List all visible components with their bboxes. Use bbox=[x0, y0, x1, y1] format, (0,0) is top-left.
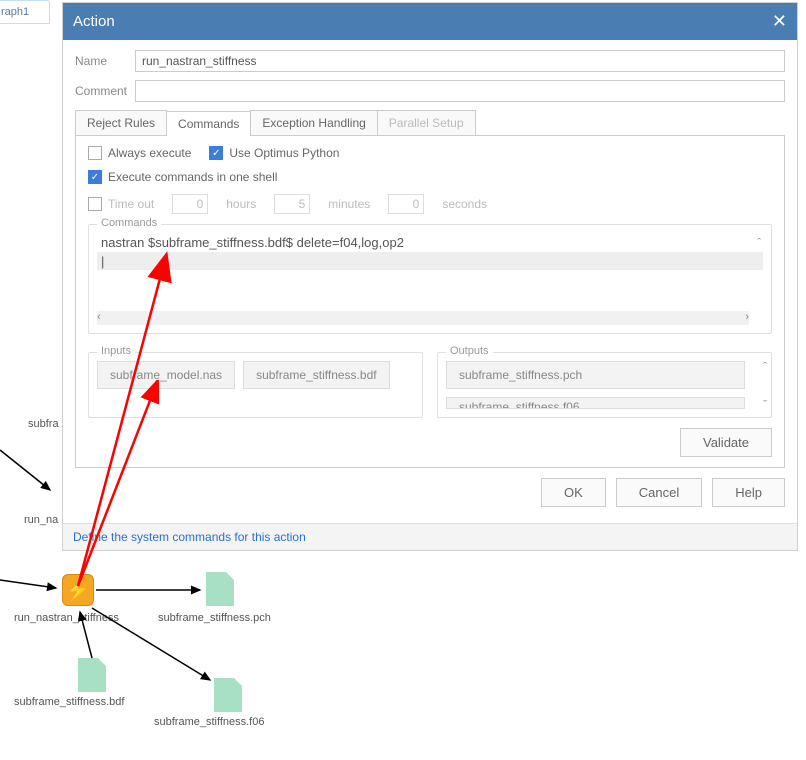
seconds-input bbox=[388, 194, 424, 214]
commands-textarea[interactable]: nastran $subframe_stiffness.bdf$ delete=… bbox=[97, 233, 763, 325]
minutes-input bbox=[274, 194, 310, 214]
scroll-up-icon[interactable]: ˆ bbox=[763, 361, 767, 373]
hours-label: hours bbox=[226, 197, 256, 211]
graph-label-f06: subframe_stiffness.f06 bbox=[154, 716, 264, 728]
graph-label-pch: subframe_stiffness.pch bbox=[158, 612, 271, 624]
graph-label: subfra bbox=[28, 418, 59, 430]
graph-label: run_na bbox=[24, 514, 58, 526]
name-input[interactable] bbox=[135, 50, 785, 72]
tab-bar: Reject Rules Commands Exception Handling… bbox=[75, 110, 785, 136]
always-execute-checkbox[interactable] bbox=[88, 146, 102, 160]
tab-commands[interactable]: Commands bbox=[166, 111, 251, 136]
commands-legend: Commands bbox=[97, 217, 161, 229]
comment-label: Comment bbox=[75, 84, 135, 98]
name-label: Name bbox=[75, 54, 135, 68]
optimus-python-checkbox[interactable] bbox=[209, 146, 223, 160]
horizontal-scrollbar[interactable]: ‹› bbox=[97, 311, 749, 325]
one-shell-checkbox[interactable] bbox=[88, 170, 102, 184]
dialog-title: Action bbox=[73, 13, 115, 30]
tab-parallel-setup: Parallel Setup bbox=[377, 110, 476, 135]
scroll-left-icon[interactable]: ‹ bbox=[97, 311, 101, 325]
timeout-checkbox[interactable] bbox=[88, 197, 102, 211]
dialog-titlebar: Action ✕ bbox=[63, 3, 797, 40]
comment-input[interactable] bbox=[135, 80, 785, 102]
background-tab[interactable]: raph1 bbox=[0, 0, 50, 24]
workflow-graph: subfra run_na ⚡ run_nastran_stiffness su… bbox=[0, 380, 806, 754]
seconds-label: seconds bbox=[442, 197, 487, 211]
file-node-icon[interactable] bbox=[206, 572, 234, 606]
timeout-label: Time out bbox=[108, 197, 154, 211]
inputs-legend: Inputs bbox=[97, 345, 135, 357]
scroll-up-icon[interactable]: ˆ bbox=[757, 237, 761, 249]
close-icon[interactable]: ✕ bbox=[772, 11, 787, 32]
graph-label-run: run_nastran_stiffness bbox=[14, 612, 119, 624]
tab-exception-handling[interactable]: Exception Handling bbox=[250, 110, 377, 135]
optimus-python-label: Use Optimus Python bbox=[229, 146, 339, 160]
command-line: nastran $subframe_stiffness.bdf$ delete=… bbox=[97, 233, 763, 252]
graph-label-bdf: subframe_stiffness.bdf bbox=[14, 696, 124, 708]
tab-reject-rules[interactable]: Reject Rules bbox=[75, 110, 167, 135]
cursor-line: | bbox=[97, 252, 763, 270]
one-shell-label: Execute commands in one shell bbox=[108, 170, 277, 184]
hours-input bbox=[172, 194, 208, 214]
file-node-icon[interactable] bbox=[214, 678, 242, 712]
commands-fieldset: Commands nastran $subframe_stiffness.bdf… bbox=[88, 224, 772, 334]
always-execute-label: Always execute bbox=[108, 146, 191, 160]
action-node-icon[interactable]: ⚡ bbox=[62, 574, 94, 606]
scroll-right-icon[interactable]: › bbox=[745, 311, 749, 325]
tab-label: raph1 bbox=[1, 6, 29, 18]
outputs-legend: Outputs bbox=[446, 345, 493, 357]
minutes-label: minutes bbox=[328, 197, 370, 211]
file-node-icon[interactable] bbox=[78, 658, 106, 692]
